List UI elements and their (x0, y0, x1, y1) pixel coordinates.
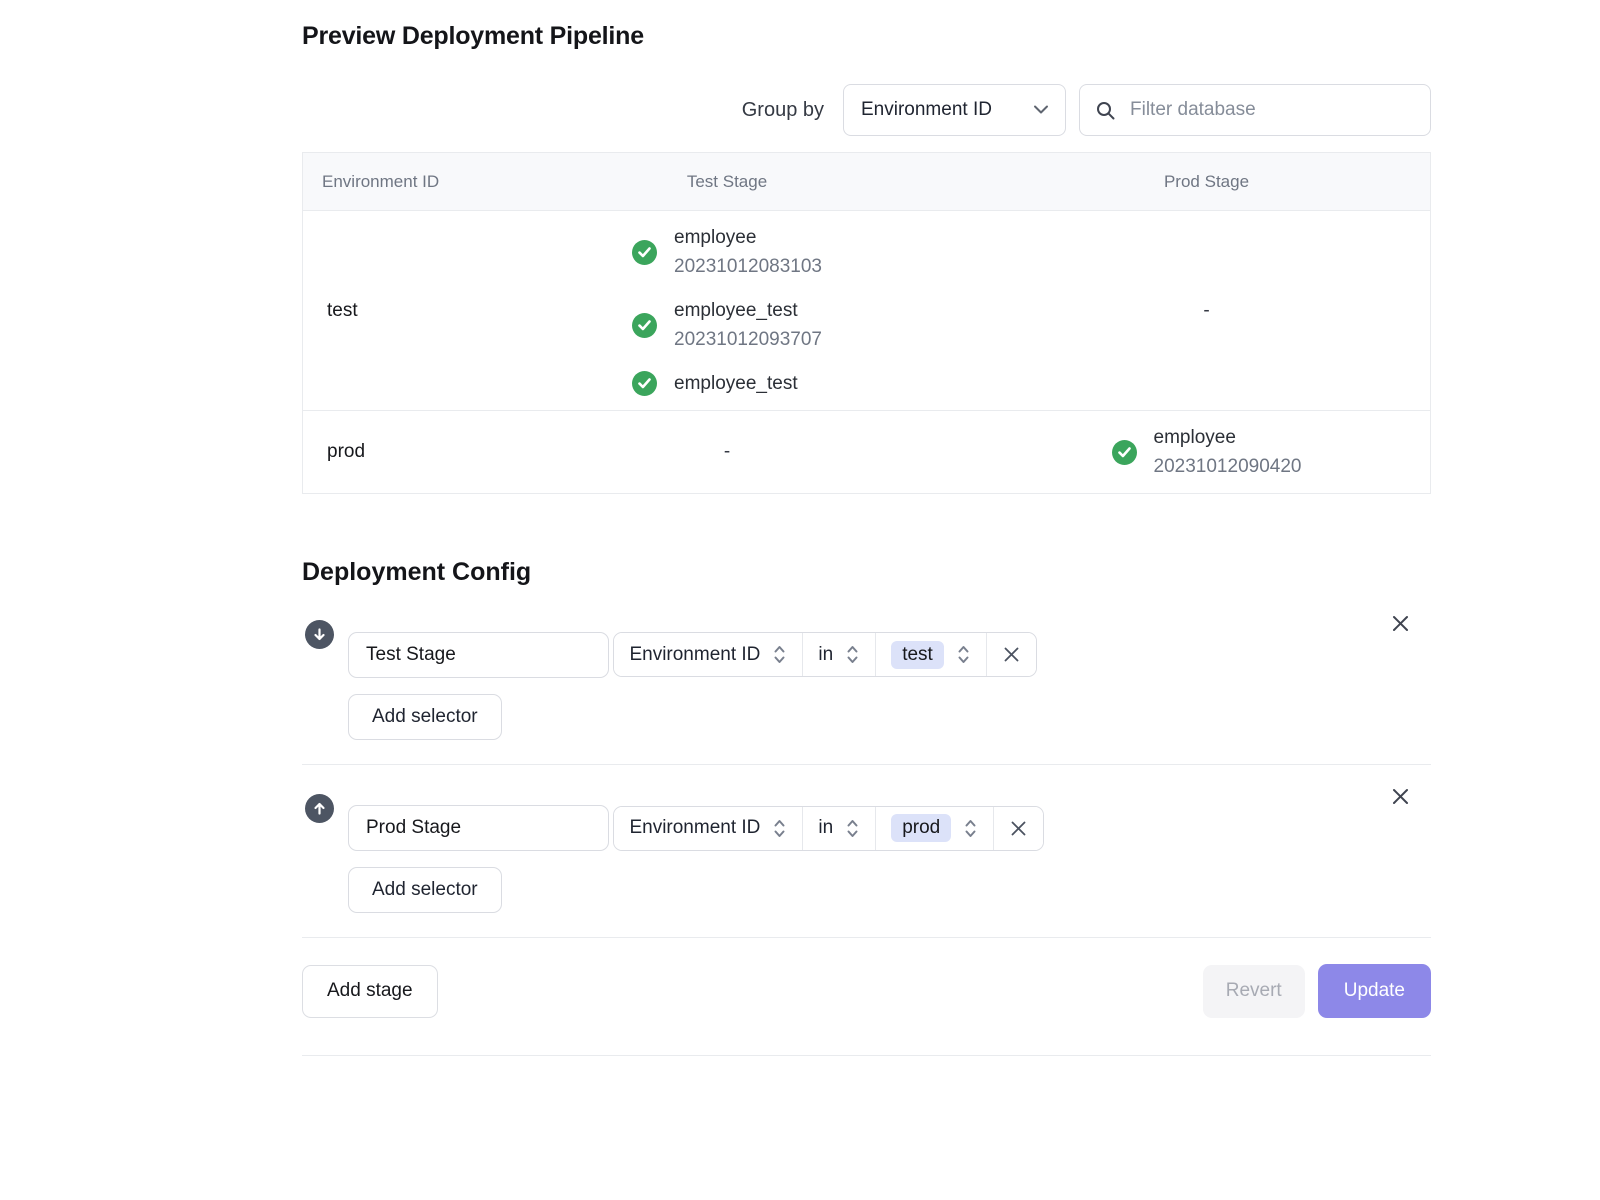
empty-stage-placeholder: - (724, 441, 730, 463)
selector-row: Environment ID in test (613, 632, 1036, 677)
column-header-test-stage: Test Stage (471, 172, 983, 192)
search-icon (1095, 100, 1116, 121)
close-icon (1391, 787, 1410, 806)
close-icon (1391, 614, 1410, 633)
table-header: Environment ID Test Stage Prod Stage (303, 153, 1430, 210)
updown-chevrons-icon (772, 644, 787, 665)
database-name: employee_test (674, 369, 798, 398)
stage-name-input[interactable] (348, 632, 609, 678)
stage-name-input[interactable] (348, 805, 609, 851)
test-stage-cell: employee 20231012083103 employee_test 20… (471, 211, 983, 410)
table-row: prod - employee 20231012090420 (303, 410, 1430, 493)
main-content: Preview Deployment Pipeline Group by Env… (302, 0, 1431, 1056)
column-header-environment-id: Environment ID (303, 172, 471, 192)
test-stage-cell: - (471, 411, 983, 493)
database-version: 20231012090420 (1154, 452, 1302, 481)
arrow-up-icon (312, 801, 327, 816)
database-list: employee 20231012083103 employee_test 20… (632, 223, 822, 398)
deployment-config-title: Deployment Config (302, 558, 1431, 587)
remove-selector-button[interactable] (987, 633, 1036, 676)
database-list: employee 20231012090420 (1112, 423, 1302, 481)
selector-value-chip: test (891, 641, 944, 669)
success-check-icon (1112, 440, 1137, 465)
updown-chevrons-icon (963, 818, 978, 839)
stage-config-test: Environment ID in test (302, 617, 1431, 740)
database-item: employee 20231012083103 (632, 223, 822, 281)
database-version: 20231012093707 (674, 325, 822, 354)
selector-value-dropdown[interactable]: test (876, 633, 987, 676)
selector-key-value: Environment ID (629, 817, 760, 839)
stage-divider (302, 764, 1431, 765)
empty-stage-placeholder: - (1203, 300, 1209, 322)
move-stage-up-button[interactable] (305, 794, 334, 823)
footer-divider (302, 937, 1431, 938)
close-icon (1003, 646, 1020, 663)
group-by-label: Group by (742, 99, 824, 122)
selector-operator-value: in (818, 817, 833, 839)
prod-stage-cell: - (983, 211, 1430, 410)
footer-actions: Add stage Revert Update (302, 964, 1431, 1018)
database-name: employee_test (674, 296, 822, 325)
add-selector-button[interactable]: Add selector (348, 694, 502, 740)
selector-value-dropdown[interactable]: prod (876, 807, 994, 850)
selector-key-dropdown[interactable]: Environment ID (614, 633, 803, 676)
prod-stage-cell: employee 20231012090420 (983, 411, 1430, 493)
selector-operator-dropdown[interactable]: in (803, 633, 876, 676)
revert-button[interactable]: Revert (1203, 965, 1305, 1018)
database-name: employee (1154, 423, 1302, 452)
stage-config-prod: Environment ID in prod (302, 791, 1431, 914)
close-icon (1010, 820, 1027, 837)
bottom-divider (302, 1055, 1431, 1056)
pipeline-table: Environment ID Test Stage Prod Stage tes… (302, 152, 1431, 494)
selector-operator-value: in (818, 644, 833, 666)
updown-chevrons-icon (845, 644, 860, 665)
add-selector-button[interactable]: Add selector (348, 867, 502, 913)
add-stage-button[interactable]: Add stage (302, 965, 438, 1018)
filter-database-input[interactable] (1128, 98, 1415, 122)
database-item: employee 20231012090420 (1112, 423, 1302, 481)
group-by-select[interactable]: Environment ID (843, 84, 1066, 136)
arrow-down-icon (312, 627, 327, 642)
remove-selector-button[interactable] (994, 807, 1043, 850)
selector-key-value: Environment ID (629, 644, 760, 666)
chevron-down-icon (1033, 105, 1049, 115)
updown-chevrons-icon (956, 644, 971, 665)
remove-stage-button[interactable] (1388, 785, 1412, 809)
table-row: test employee 20231012083103 (303, 210, 1430, 410)
database-item: employee_test (632, 369, 798, 398)
filter-database-box (1079, 84, 1431, 136)
environment-id-cell: prod (303, 411, 471, 493)
environment-id-cell: test (303, 211, 471, 410)
selector-key-dropdown[interactable]: Environment ID (614, 807, 803, 850)
selector-row: Environment ID in prod (613, 806, 1044, 851)
selector-value-chip: prod (891, 814, 951, 842)
success-check-icon (632, 313, 657, 338)
database-name: employee (674, 223, 822, 252)
page-title: Preview Deployment Pipeline (302, 0, 1431, 51)
update-button[interactable]: Update (1318, 964, 1431, 1018)
database-version: 20231012083103 (674, 252, 822, 281)
move-stage-down-button[interactable] (305, 620, 334, 649)
remove-stage-button[interactable] (1388, 611, 1412, 635)
group-by-value: Environment ID (861, 99, 992, 121)
column-header-prod-stage: Prod Stage (983, 172, 1430, 192)
success-check-icon (632, 371, 657, 396)
updown-chevrons-icon (772, 818, 787, 839)
table-controls: Group by Environment ID (302, 84, 1431, 136)
success-check-icon (632, 240, 657, 265)
updown-chevrons-icon (845, 818, 860, 839)
selector-operator-dropdown[interactable]: in (803, 807, 876, 850)
database-item: employee_test 20231012093707 (632, 296, 822, 354)
